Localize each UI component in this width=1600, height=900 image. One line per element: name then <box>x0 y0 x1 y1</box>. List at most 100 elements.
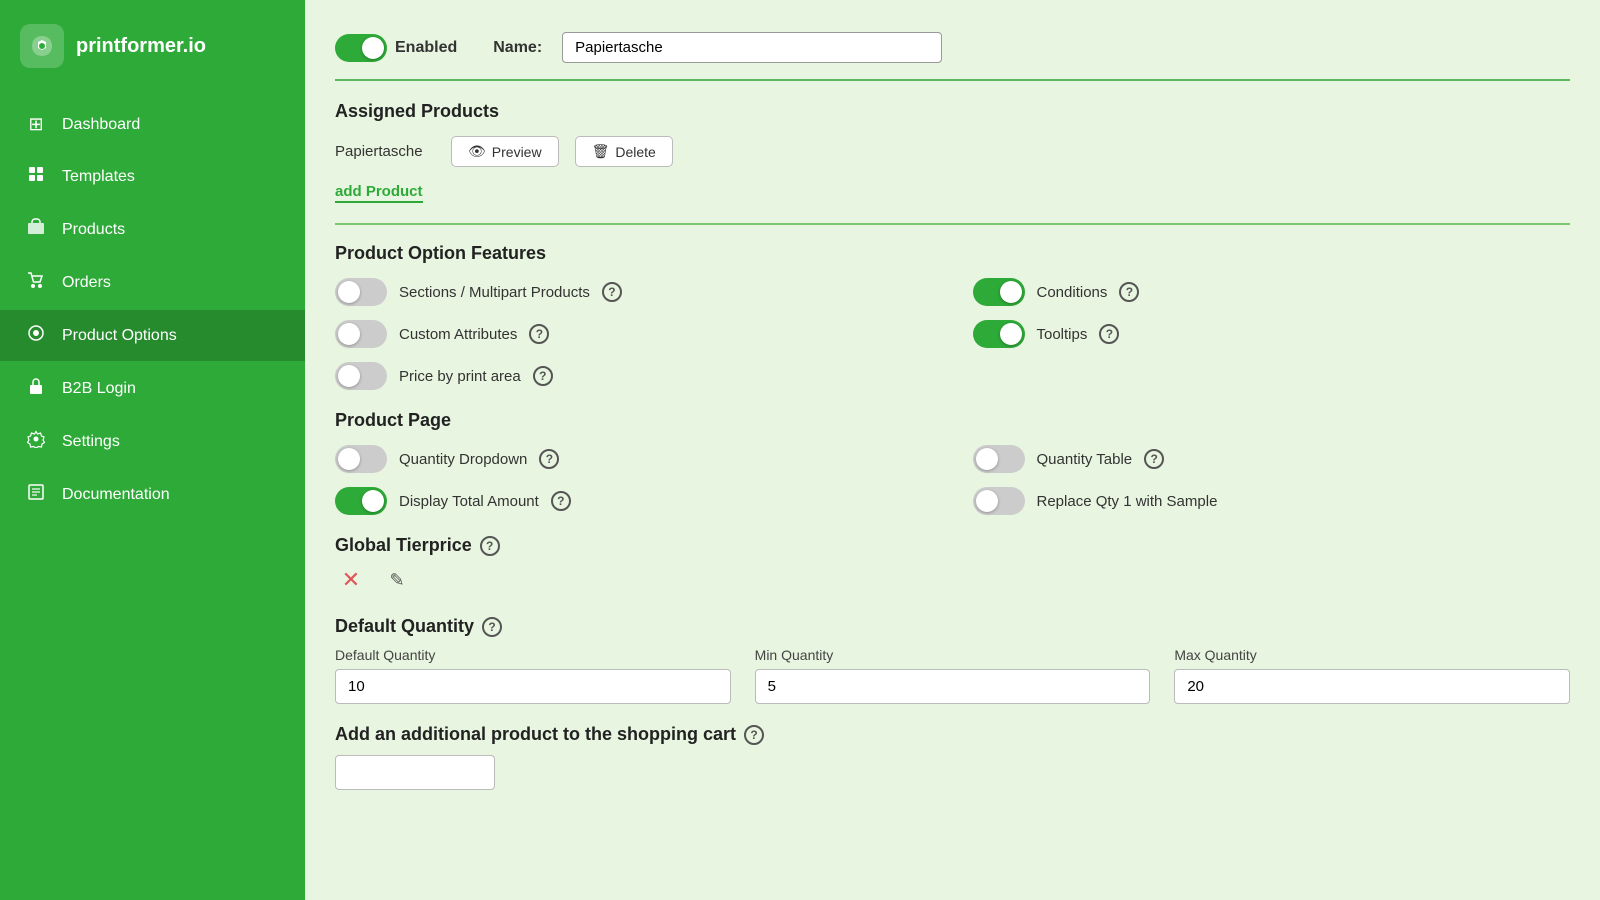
feature-custom-attrs: Custom Attributes ? <box>335 320 933 348</box>
tooltips-help-icon[interactable]: ? <box>1099 324 1119 344</box>
min-qty-label: Min Quantity <box>755 647 1151 663</box>
default-quantity-help-icon[interactable]: ? <box>482 617 502 637</box>
qty-table-toggle[interactable] <box>973 445 1025 473</box>
sidebar-item-b2b-login[interactable]: B2B Login <box>0 363 305 414</box>
sidebar-item-documentation[interactable]: Documentation <box>0 469 305 520</box>
default-quantity-title: Default Quantity <box>335 616 474 637</box>
name-input[interactable] <box>562 32 942 63</box>
conditions-toggle-slider[interactable] <box>973 278 1025 306</box>
delete-button[interactable]: 🗑 Delete <box>575 136 673 167</box>
feature-replace-qty: Replace Qty 1 with Sample <box>973 487 1571 515</box>
tierprice-title: Global Tierprice <box>335 535 472 556</box>
product-page-left: Quantity Dropdown ? Display Total Amount… <box>335 445 933 515</box>
sidebar-logo: printformer.io <box>0 0 305 92</box>
default-qty-input[interactable] <box>335 669 731 704</box>
display-total-toggle[interactable] <box>335 487 387 515</box>
enabled-toggle-wrap: Enabled <box>335 34 457 62</box>
sidebar-item-products[interactable]: Products <box>0 204 305 255</box>
sidebar-label-settings: Settings <box>62 433 120 451</box>
display-total-help-icon[interactable]: ? <box>551 491 571 511</box>
features-right-col: Conditions ? Tooltips ? <box>973 278 1571 390</box>
sections-toggle-slider[interactable] <box>335 278 387 306</box>
replace-qty-label: Replace Qty 1 with Sample <box>1037 493 1218 510</box>
top-bar: Enabled Name: <box>335 20 1570 81</box>
sections-help-icon[interactable]: ? <box>602 282 622 302</box>
logo-text: printformer.io <box>76 35 206 58</box>
tierprice-section: Global Tierprice ? ✕ ✎ <box>335 535 1570 596</box>
price-by-print-toggle[interactable] <box>335 362 387 390</box>
custom-attrs-toggle[interactable] <box>335 320 387 348</box>
qty-dropdown-slider[interactable] <box>335 445 387 473</box>
tierprice-help-icon[interactable]: ? <box>480 536 500 556</box>
enabled-toggle[interactable] <box>335 34 387 62</box>
feature-qty-dropdown: Quantity Dropdown ? <box>335 445 933 473</box>
price-by-print-slider[interactable] <box>335 362 387 390</box>
sidebar-item-settings[interactable]: Settings <box>0 416 305 467</box>
b2b-login-icon <box>24 377 48 400</box>
additional-product-title: Add an additional product to the shoppin… <box>335 724 736 745</box>
additional-product-input[interactable] <box>335 755 495 790</box>
min-qty-input[interactable] <box>755 669 1151 704</box>
add-product-link[interactable]: add Product <box>335 183 423 203</box>
sections-toggle[interactable] <box>335 278 387 306</box>
qty-dropdown-label: Quantity Dropdown <box>399 451 527 468</box>
custom-attrs-toggle-slider[interactable] <box>335 320 387 348</box>
product-page-title: Product Page <box>335 410 1570 431</box>
sidebar-item-orders[interactable]: Orders <box>0 257 305 308</box>
logo-icon <box>20 24 64 68</box>
sidebar-item-dashboard[interactable]: ⊞ Dashboard <box>0 100 305 149</box>
additional-product-help-icon[interactable]: ? <box>744 725 764 745</box>
sidebar-label-b2b-login: B2B Login <box>62 380 136 398</box>
documentation-icon <box>24 483 48 506</box>
delete-label: Delete <box>615 144 655 160</box>
settings-icon <box>24 430 48 453</box>
assigned-products-title: Assigned Products <box>335 101 1570 122</box>
templates-icon <box>24 165 48 188</box>
tooltips-toggle[interactable] <box>973 320 1025 348</box>
feature-tooltips: Tooltips ? <box>973 320 1571 348</box>
product-name: Papiertasche <box>335 143 435 160</box>
replace-qty-toggle[interactable] <box>973 487 1025 515</box>
tooltips-label: Tooltips <box>1037 326 1088 343</box>
display-total-label: Display Total Amount <box>399 493 539 510</box>
dashboard-icon: ⊞ <box>24 114 48 135</box>
price-by-print-help-icon[interactable]: ? <box>533 366 553 386</box>
tooltips-toggle-slider[interactable] <box>973 320 1025 348</box>
qty-table-slider[interactable] <box>973 445 1025 473</box>
conditions-help-icon[interactable]: ? <box>1119 282 1139 302</box>
quantity-grid: Default Quantity Min Quantity Max Quanti… <box>335 647 1570 704</box>
orders-icon <box>24 271 48 294</box>
sidebar-item-templates[interactable]: Templates <box>0 151 305 202</box>
preview-label: Preview <box>492 144 542 160</box>
tierprice-delete-button[interactable]: ✕ <box>335 564 367 596</box>
qty-table-help-icon[interactable]: ? <box>1144 449 1164 469</box>
custom-attrs-label: Custom Attributes <box>399 326 517 343</box>
display-total-slider[interactable] <box>335 487 387 515</box>
toggle-slider[interactable] <box>335 34 387 62</box>
tierprice-actions: ✕ ✎ <box>335 564 1570 596</box>
custom-attrs-help-icon[interactable]: ? <box>529 324 549 344</box>
products-icon <box>24 218 48 241</box>
product-option-features-section: Product Option Features Sections / Multi… <box>335 243 1570 390</box>
qty-dropdown-toggle[interactable] <box>335 445 387 473</box>
additional-product-section: Add an additional product to the shoppin… <box>335 724 1570 790</box>
product-page-right: Quantity Table ? Replace Qty 1 with Samp… <box>973 445 1571 515</box>
conditions-toggle[interactable] <box>973 278 1025 306</box>
feature-display-total: Display Total Amount ? <box>335 487 933 515</box>
tierprice-edit-button[interactable]: ✎ <box>381 564 413 596</box>
replace-qty-slider[interactable] <box>973 487 1025 515</box>
default-qty-label: Default Quantity <box>335 647 731 663</box>
sidebar-label-templates: Templates <box>62 168 135 186</box>
default-qty-field: Default Quantity <box>335 647 731 704</box>
sidebar-label-documentation: Documentation <box>62 486 170 504</box>
sidebar: printformer.io ⊞ Dashboard Templates Pro… <box>0 0 305 900</box>
assigned-products-section: Assigned Products Papiertasche 👁 Preview… <box>335 101 1570 203</box>
product-page-section: Product Page Quantity Dropdown ? Display… <box>335 410 1570 515</box>
feature-price-by-print: Price by print area ? <box>335 362 933 390</box>
max-qty-input[interactable] <box>1174 669 1570 704</box>
preview-button[interactable]: 👁 Preview <box>451 136 559 167</box>
default-quantity-section: Default Quantity ? Default Quantity Min … <box>335 616 1570 704</box>
qty-dropdown-help-icon[interactable]: ? <box>539 449 559 469</box>
product-options-icon <box>24 324 48 347</box>
sidebar-item-product-options[interactable]: Product Options <box>0 310 305 361</box>
